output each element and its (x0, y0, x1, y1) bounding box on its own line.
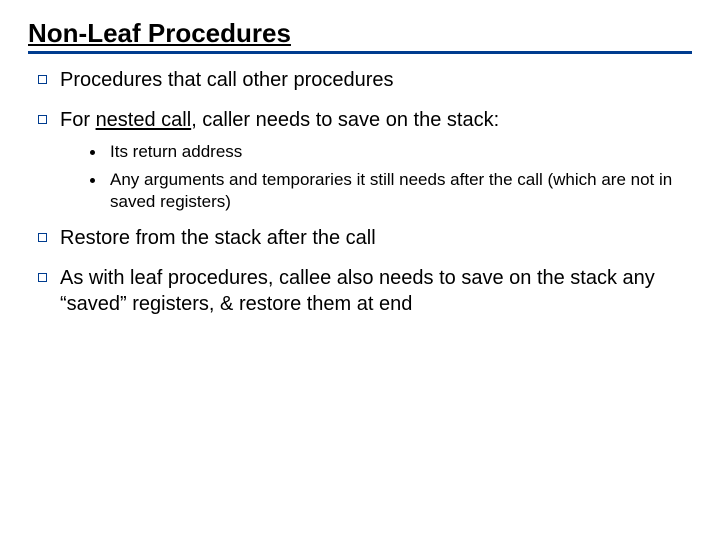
bullet-text-pre: For (60, 109, 96, 131)
sub-bullet-item: Its return address (88, 141, 684, 163)
sub-bullet-text: Any arguments and temporaries it still n… (110, 170, 672, 211)
bullet-text: Restore from the stack after the call (60, 227, 376, 249)
bullet-text-underline: nested call (96, 109, 192, 131)
slide-title: Non-Leaf Procedures (28, 18, 291, 48)
bullet-text-post: , caller needs to save on the stack: (191, 109, 499, 131)
bullet-item: As with leaf procedures, callee also nee… (38, 266, 684, 317)
bullet-text: Procedures that call other procedures (60, 69, 394, 91)
bullet-item: Procedures that call other procedures (38, 68, 684, 94)
bullet-text: As with leaf procedures, callee also nee… (60, 267, 655, 315)
sub-bullet-text: Its return address (110, 142, 242, 161)
sub-bullet-item: Any arguments and temporaries it still n… (88, 169, 684, 213)
bullet-item: For nested call, caller needs to save on… (38, 108, 684, 213)
title-rule: Non-Leaf Procedures (28, 18, 692, 54)
bullet-item: Restore from the stack after the call (38, 226, 684, 252)
sub-bullet-list: Its return address Any arguments and tem… (60, 141, 684, 212)
slide: Non-Leaf Procedures Procedures that call… (0, 0, 720, 540)
bullet-list: Procedures that call other procedures Fo… (28, 68, 692, 317)
